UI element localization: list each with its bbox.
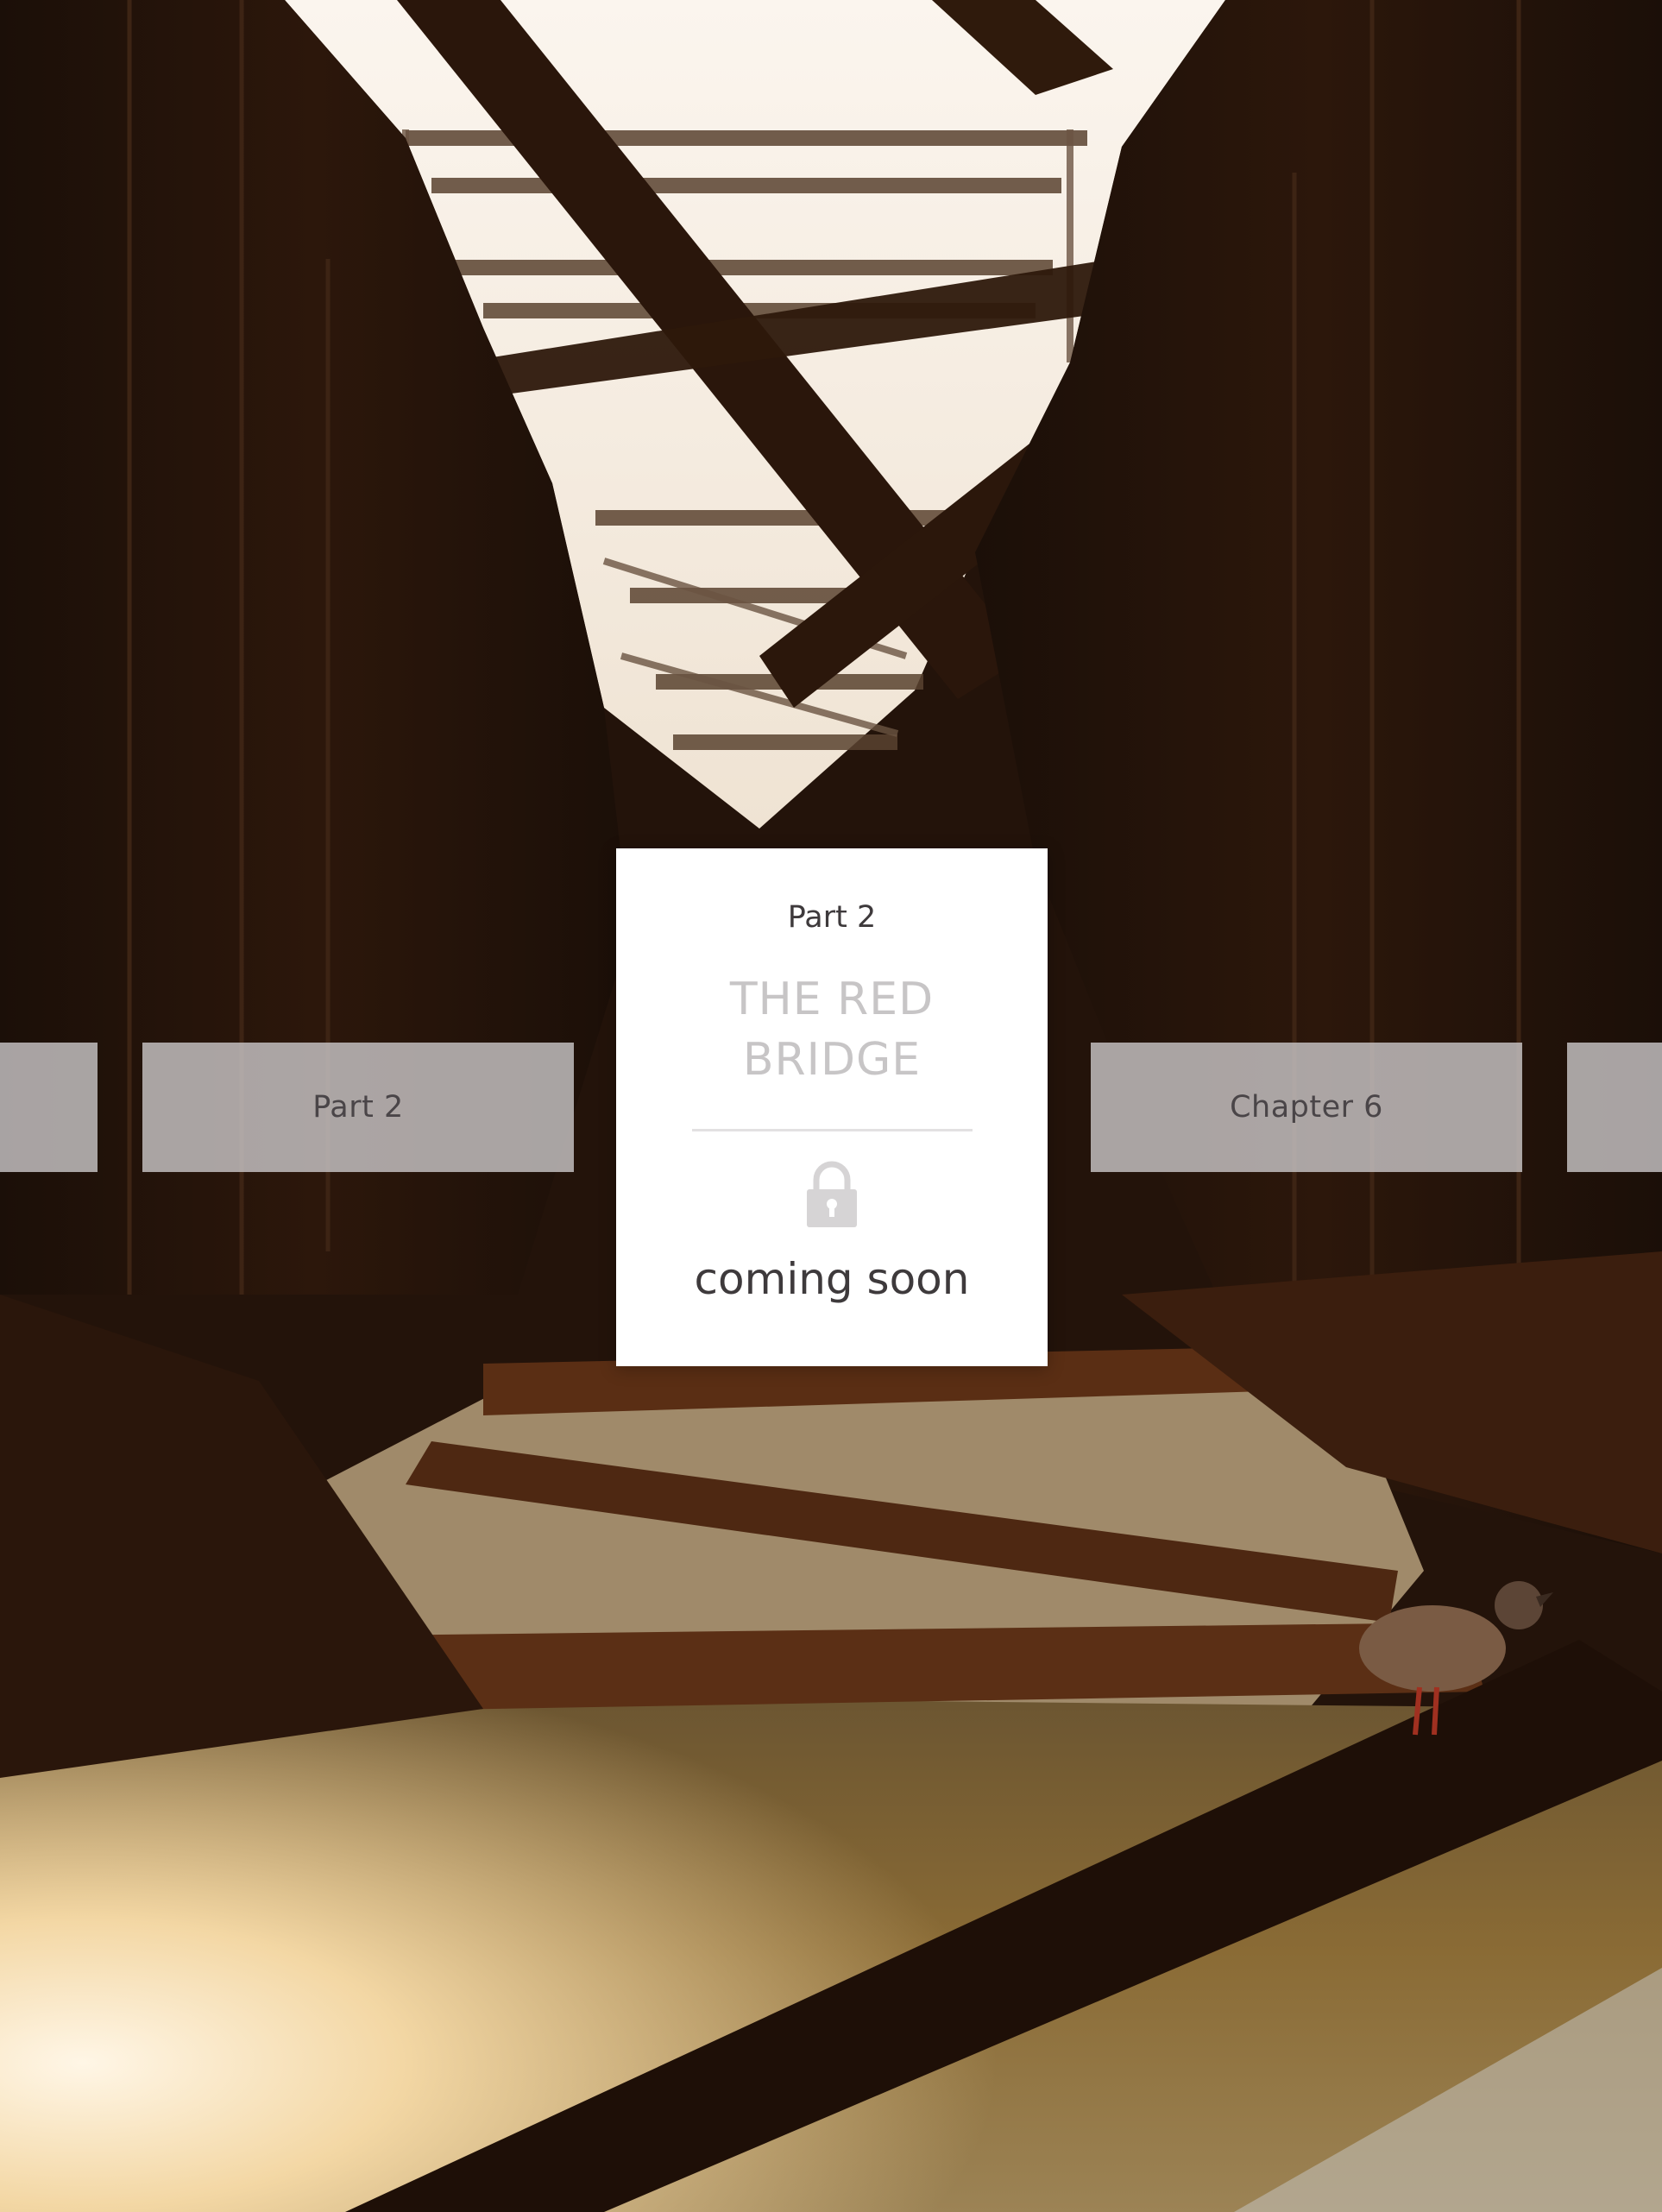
carousel-tile-next[interactable]: Chapter 6 (1091, 1043, 1522, 1172)
lock-icon (807, 1161, 857, 1227)
card-divider (692, 1129, 973, 1131)
card-status: coming soon (694, 1254, 970, 1304)
carousel-tile-edge-right[interactable] (1567, 1043, 1662, 1172)
next-tile-label: Chapter 6 (1230, 1090, 1383, 1125)
previous-tile-label: Part 2 (312, 1090, 404, 1125)
card-title: THE RED BRIDGE (651, 969, 1013, 1090)
chapter-select-screen: Part 2 Part 2 THE RED BRIDGE coming soon… (0, 0, 1662, 2212)
carousel-tile-edge-left[interactable] (0, 1043, 98, 1172)
current-chapter-card[interactable]: Part 2 THE RED BRIDGE coming soon (616, 848, 1048, 1366)
card-part-label: Part 2 (787, 900, 877, 935)
card-title-line-2: BRIDGE (742, 1034, 922, 1086)
carousel-tile-previous[interactable]: Part 2 (142, 1043, 574, 1172)
card-title-line-1: THE RED (729, 974, 935, 1025)
